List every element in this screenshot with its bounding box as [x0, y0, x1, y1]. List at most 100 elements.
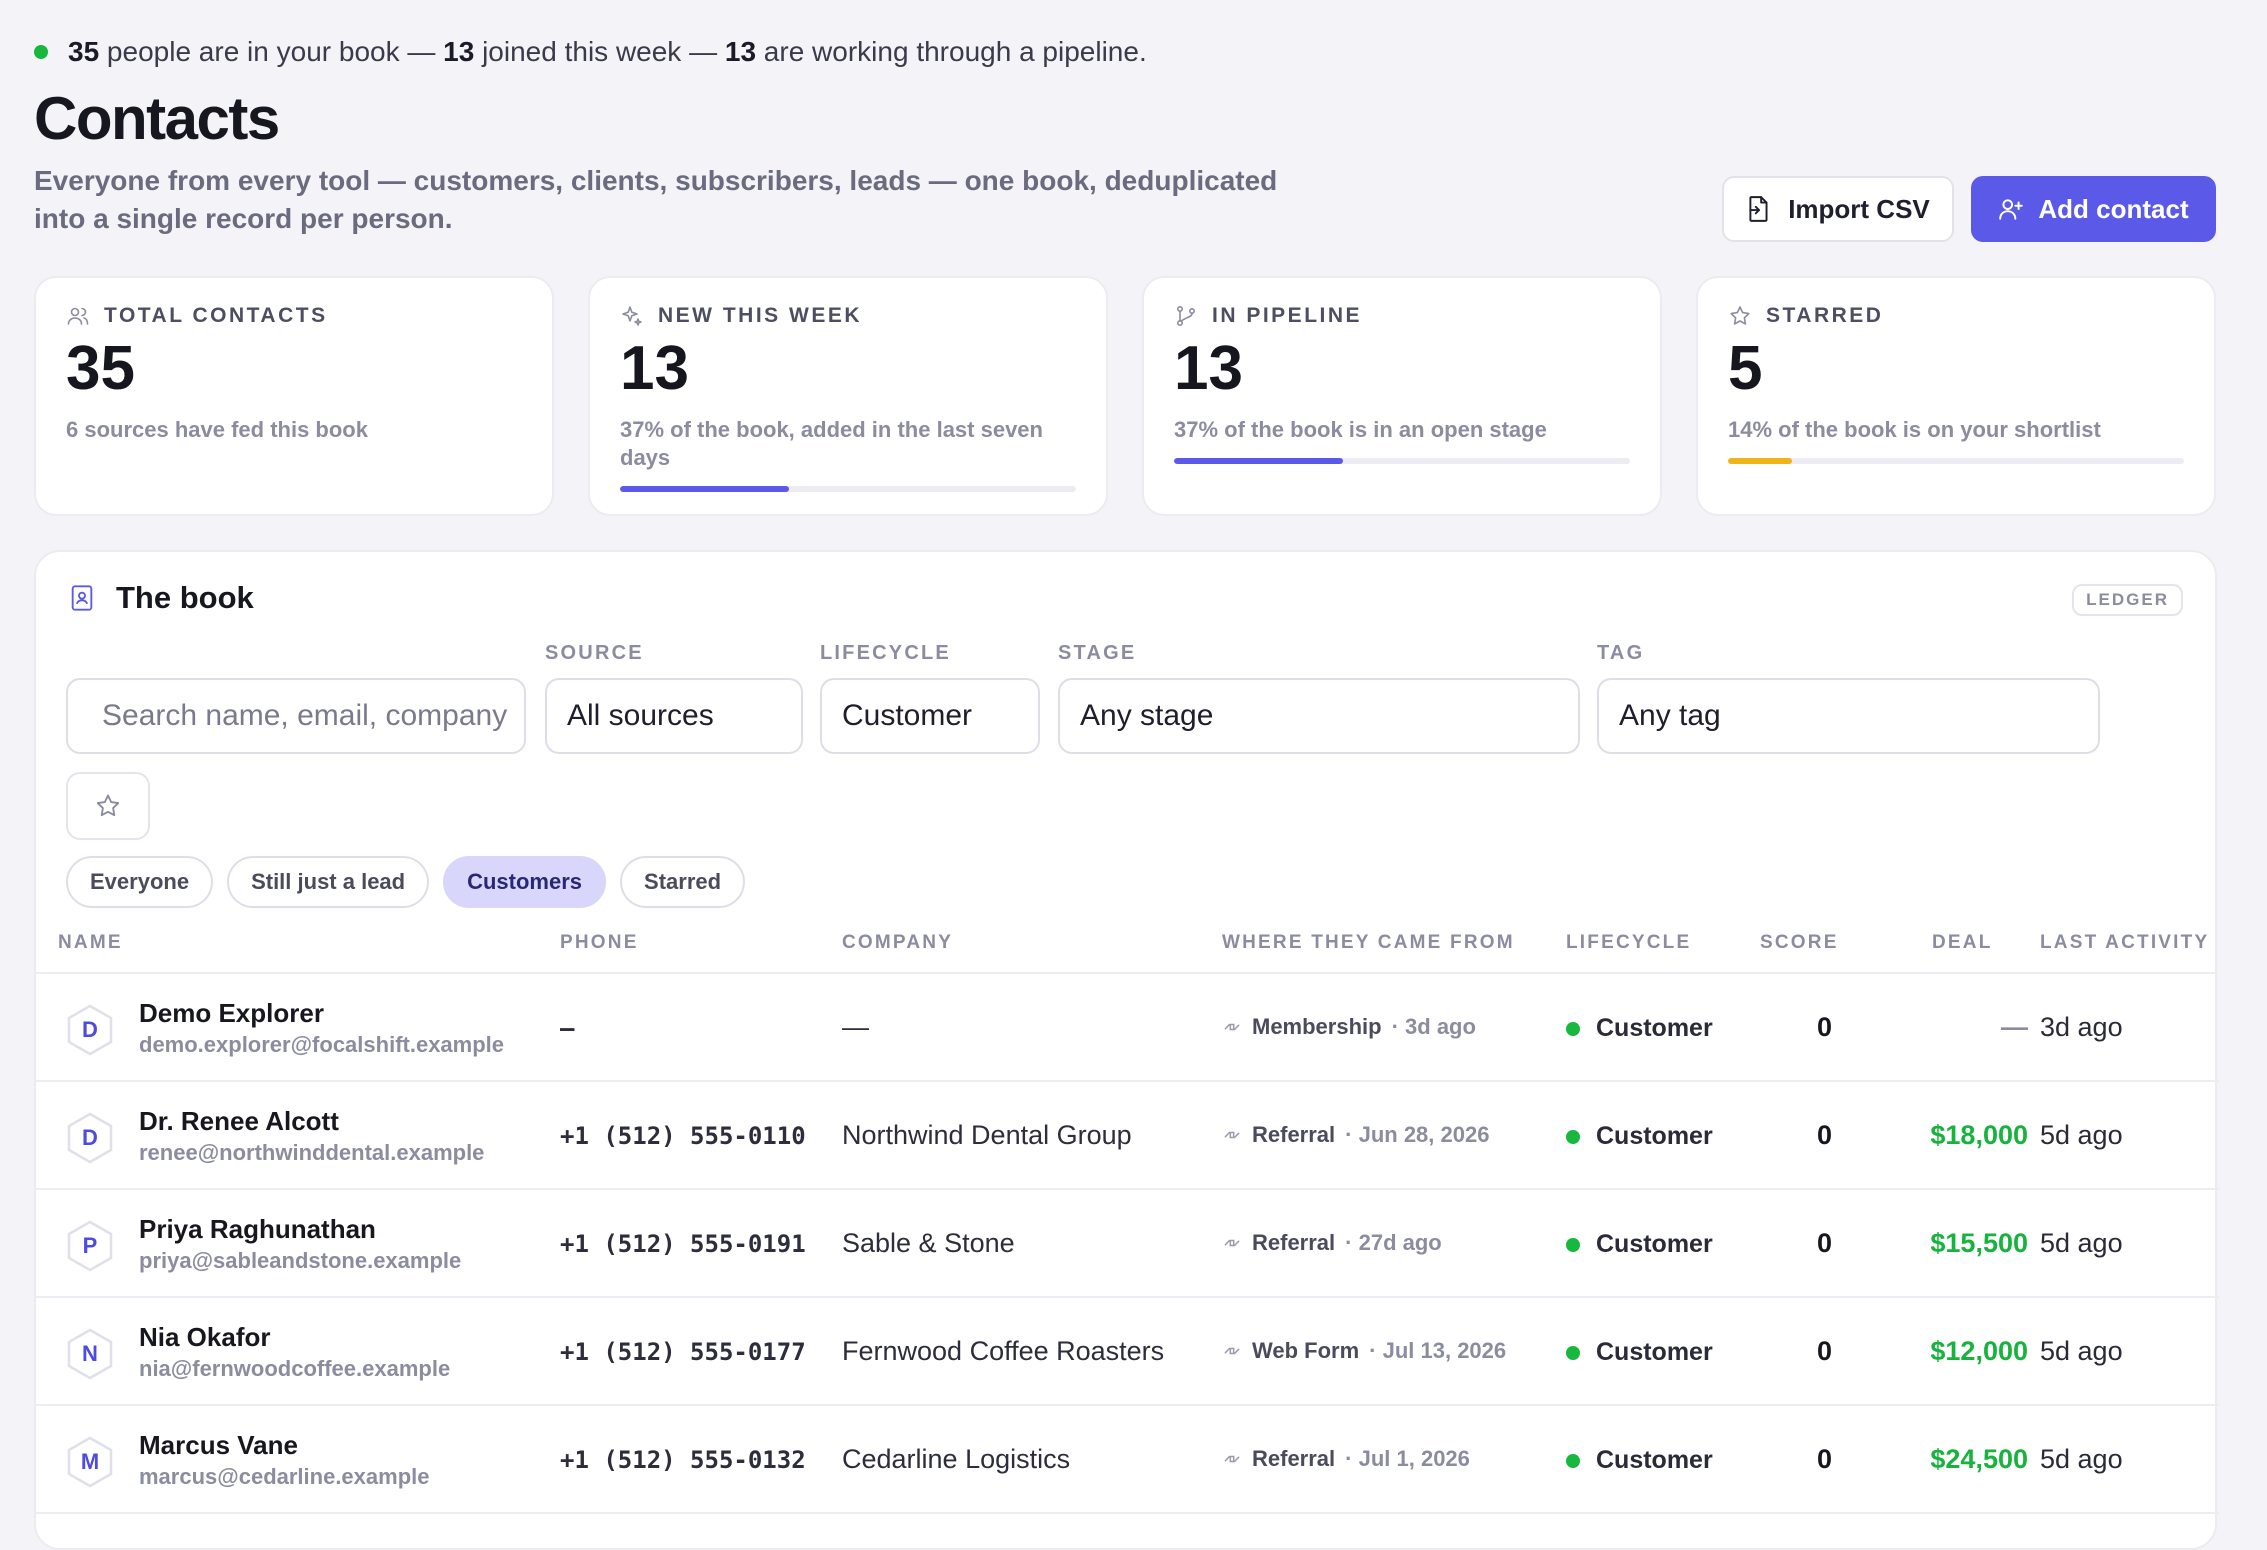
source-name: Referral: [1252, 1230, 1336, 1255]
contact-name[interactable]: Dr. Renee Alcott: [139, 1106, 339, 1137]
contact-email: demo.explorer@focalshift.example: [139, 1032, 505, 1057]
lifecycle-dot: [1566, 1453, 1580, 1468]
contact-name[interactable]: Nia Okafor: [139, 1322, 271, 1353]
contact-source: Referral · Jun 28, 2026: [1222, 1122, 1489, 1148]
stat-card-starred: STARRED 5 14% of the book is on your sho…: [1696, 276, 2216, 516]
avatar: N: [66, 1328, 114, 1380]
table-row[interactable]: D Dr. Renee Alcott renee@northwinddental.e…: [36, 1082, 2219, 1190]
avatar: M: [66, 1436, 114, 1488]
contact-company: Northwind Dental Group: [842, 1120, 1132, 1150]
source-filter-label: SOURCE: [545, 642, 644, 664]
progress-bar: [620, 486, 1076, 492]
summary-line: 35 people are in your book — 13 joined t…: [34, 36, 1147, 68]
contact-last-activity: 5d ago: [2040, 1120, 2123, 1150]
contact-lifecycle: Customer: [1566, 1122, 1713, 1151]
contact-deal: $24,500: [1930, 1444, 2028, 1474]
avatar-initial: D: [82, 1017, 98, 1042]
chip-everyone[interactable]: Everyone: [66, 856, 214, 908]
import-csv-label: Import CSV: [1788, 193, 1930, 224]
avatar-initial: N: [82, 1341, 98, 1366]
avatar: D: [66, 1004, 114, 1056]
contact-email: priya@sableandstone.example: [139, 1248, 462, 1273]
contact-source: Referral · Jul 1, 2026: [1222, 1446, 1470, 1472]
source-name: Referral: [1252, 1122, 1336, 1147]
stat-label: TOTAL CONTACTS: [104, 304, 328, 327]
source-name: Referral: [1252, 1446, 1336, 1471]
col-lifecycle[interactable]: LIFECYCLE: [1566, 932, 1691, 954]
contact-score: 0: [1816, 1444, 1832, 1474]
progress-fill: [1174, 458, 1343, 464]
source-time: · Jun 28, 2026: [1345, 1122, 1490, 1147]
source-icon: [1224, 1239, 1240, 1247]
col-company[interactable]: COMPANY: [842, 932, 953, 954]
contact-name[interactable]: Marcus Vane: [139, 1430, 298, 1461]
contact-score: 0: [1816, 1012, 1832, 1042]
lifecycle-label: Customer: [1596, 1338, 1713, 1366]
contact-email: renee@northwinddental.example: [139, 1140, 485, 1165]
avatar-initial: P: [82, 1233, 98, 1258]
stat-card-new: NEW THIS WEEK 13 37% of the book, added …: [588, 276, 1108, 516]
stat-cards: TOTAL CONTACTS 35 6 sources have fed thi…: [34, 276, 2216, 516]
col-phone[interactable]: PHONE: [560, 932, 639, 954]
source-time: · 27d ago: [1345, 1230, 1442, 1255]
book-panel: The book LEDGER Search name, email, comp…: [34, 550, 2219, 1550]
col-score[interactable]: SCORE: [1760, 932, 1839, 954]
contact-name[interactable]: Priya Raghunathan: [139, 1214, 376, 1245]
chip-starred[interactable]: Starred: [620, 856, 746, 908]
lifecycle-dot: [1566, 1021, 1580, 1036]
page-subtitle: Everyone from every tool — customers, cl…: [34, 165, 1278, 234]
contact-score: 0: [1816, 1120, 1832, 1150]
summary-text-2: joined this week —: [474, 36, 725, 67]
col-source[interactable]: WHERE THEY CAME FROM: [1222, 932, 1515, 954]
col-name[interactable]: NAME: [58, 932, 123, 954]
stat-label: NEW THIS WEEK: [658, 304, 862, 327]
book-title-label: The book: [116, 580, 254, 615]
status-dot: [34, 45, 48, 59]
lifecycle-select[interactable]: Customer: [820, 678, 1040, 754]
col-deal[interactable]: DEAL: [1932, 932, 1993, 954]
contact-phone: –: [560, 1014, 575, 1042]
lifecycle-filter-label: LIFECYCLE: [820, 642, 951, 664]
contact-deal: $18,000: [1930, 1120, 2028, 1150]
col-last-activity[interactable]: LAST ACTIVITY: [2040, 932, 2209, 954]
contact-company: Cedarline Logistics: [842, 1444, 1071, 1474]
contact-phone: +1 (512) 555-0132: [560, 1446, 806, 1474]
lifecycle-label: Customer: [1596, 1014, 1713, 1042]
import-csv-button[interactable]: Import CSV: [1722, 176, 1954, 242]
add-contact-label: Add contact: [2038, 193, 2189, 224]
chip-lead[interactable]: Still just a lead: [227, 856, 430, 908]
stat-value: 5: [1728, 334, 1763, 403]
table-row[interactable]: M Marcus Vane marcus@cedarline.example +1 (…: [36, 1406, 2219, 1514]
source-select[interactable]: All sources: [545, 678, 803, 754]
source-icon: [1224, 1023, 1240, 1031]
contact-lifecycle: Customer: [1566, 1014, 1713, 1043]
contact-phone: +1 (512) 555-0191: [560, 1230, 806, 1258]
progress-bar: [1174, 458, 1630, 464]
table-row[interactable]: D Demo Explorer demo.explorer@focalshift.e…: [36, 974, 2219, 1082]
contact-lifecycle: Customer: [1566, 1446, 1713, 1475]
stat-card-total: TOTAL CONTACTS 35 6 sources have fed thi…: [34, 276, 554, 516]
stage-select[interactable]: Any stage: [1058, 678, 1580, 754]
stat-label: IN PIPELINE: [1212, 304, 1363, 327]
avatar: D: [66, 1112, 114, 1164]
lifecycle-label: Customer: [1596, 1446, 1713, 1474]
table-row[interactable]: P Priya Raghunathan priya@sableandstone.ex…: [36, 1190, 2219, 1298]
lifecycle-label: Customer: [1596, 1230, 1713, 1258]
contact-source: Web Form · Jul 13, 2026: [1222, 1338, 1506, 1364]
chip-customers[interactable]: Customers: [443, 856, 607, 908]
source-name: Membership: [1252, 1014, 1382, 1039]
contact-company: Sable & Stone: [842, 1228, 1015, 1258]
source-icon: [1224, 1455, 1240, 1463]
search-input[interactable]: Search name, email, company: [66, 678, 526, 754]
avatar: P: [66, 1220, 114, 1272]
stage-filter-label: STAGE: [1058, 642, 1137, 664]
source-icon: [1224, 1131, 1240, 1139]
contact-last-activity: 3d ago: [2040, 1012, 2123, 1042]
star-outline-icon: [96, 794, 120, 817]
contact-score: 0: [1816, 1336, 1832, 1366]
tag-select[interactable]: Any tag: [1597, 678, 2100, 754]
starred-filter-button[interactable]: [66, 772, 150, 840]
contact-name[interactable]: Demo Explorer: [139, 998, 324, 1029]
table-row[interactable]: N Nia Okafor nia@fernwoodcoffee.example +1 …: [36, 1298, 2219, 1406]
add-contact-button[interactable]: Add contact: [1971, 176, 2216, 242]
